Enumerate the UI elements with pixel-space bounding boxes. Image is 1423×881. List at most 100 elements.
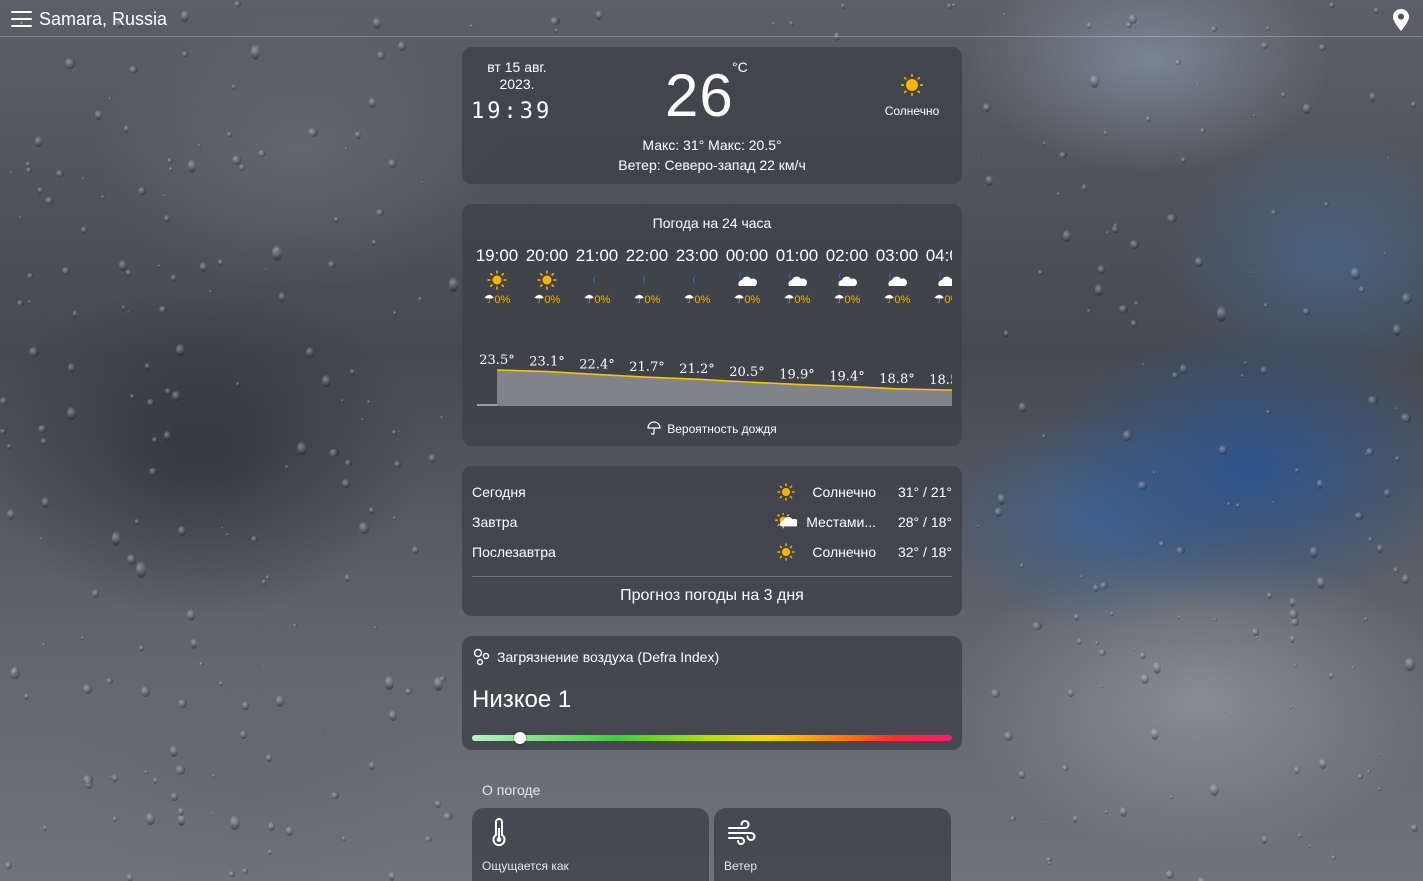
hour-rain-probability: ☂0%	[733, 292, 761, 306]
hour-item: 19:00 ☂0%	[472, 246, 522, 306]
sun-icon	[537, 270, 557, 290]
hour-time: 20:00	[525, 246, 569, 265]
air-quality-icon	[473, 648, 490, 666]
hour-item: 03:00 ☂0%	[872, 246, 922, 306]
hour-rain-probability: ☂0%	[583, 292, 611, 306]
temperature-label: 23.1°	[529, 355, 564, 370]
hour-rain-probability: ☂0%	[783, 292, 811, 306]
hour-item: 21:00 ☂0%	[572, 246, 622, 306]
rain-probability-legend: Вероятность дождя	[462, 421, 962, 436]
forecast-day-name: Завтра	[472, 514, 518, 530]
three-day-forecast-button[interactable]: Прогноз погоды на 3 дня	[462, 587, 962, 605]
temperature-label: 18.8°	[879, 372, 914, 387]
three-day-forecast-card: Прогноз погоды на 3 дня Сегодня Солнечно 3…	[462, 466, 962, 616]
umbrella-icon: ☂	[933, 292, 945, 306]
umbrella-icon: ☂	[633, 292, 645, 306]
moon-cloud-icon	[888, 272, 908, 286]
current-date: вт 15 авг. 2023.	[487, 59, 547, 92]
forecast-day-name: Сегодня	[472, 484, 526, 500]
moon-cloud-icon	[838, 272, 858, 286]
sun-icon	[777, 543, 795, 561]
forecast-day-range: 28° / 18°	[897, 514, 952, 530]
hour-rain-probability: ☂0%	[883, 292, 911, 306]
umbrella-icon: ☂	[833, 292, 845, 306]
umbrella-icon: ☂	[733, 292, 745, 306]
umbrella-icon: ☂	[533, 292, 545, 306]
hour-time: 04:00	[925, 246, 952, 265]
forecast-day-row[interactable]: Послезавтра Солнечно 32° / 18°	[472, 543, 952, 564]
temperature-label: 19.9°	[779, 367, 814, 382]
wind-icon	[728, 820, 756, 845]
forecast-day-range: 31° / 21°	[897, 484, 952, 500]
umbrella-icon: ☂	[883, 292, 895, 306]
current-temperature: 26	[665, 62, 734, 129]
current-weather-card: вт 15 авг. 2023. 19:39 26 °C Солнечно Ма…	[462, 47, 962, 184]
chart-baseline	[477, 404, 497, 406]
hamburger-menu-icon[interactable]	[11, 11, 32, 27]
air-quality-value: Низкое 1	[472, 686, 572, 713]
hour-rain-probability: ☂0%	[483, 292, 511, 306]
hour-item: 20:00 ☂0%	[522, 246, 572, 306]
hour-time: 21:00	[575, 246, 619, 265]
hour-item: 22:00 ☂0%	[622, 246, 672, 306]
sun-icon	[777, 483, 795, 501]
hour-time: 03:00	[875, 246, 919, 265]
air-quality-scale	[472, 735, 952, 741]
hour-item: 04:00 ☂0%	[922, 246, 952, 306]
thermometer-icon	[492, 818, 506, 847]
moon-cloud-icon	[938, 272, 952, 286]
temperature-label: 21.2°	[679, 362, 714, 377]
hour-item: 01:00 ☂0%	[772, 246, 822, 306]
current-wind: Ветер: Северо-запад 22 км/ч	[618, 157, 806, 173]
temperature-unit: °C	[732, 59, 748, 75]
temperature-label: 22.4°	[579, 357, 614, 372]
hour-rain-probability: ☂0%	[633, 292, 661, 306]
min-max-temperature: Макс: 31° Макс: 20.5°	[642, 137, 782, 153]
hourly-title: Погода на 24 часа	[652, 215, 772, 231]
umbrella-icon: ☂	[483, 292, 495, 306]
moon-icon	[643, 276, 647, 284]
forecast-day-condition: Солнечно	[812, 484, 876, 500]
forecast-day-range: 32° / 18°	[897, 544, 952, 560]
umbrella-icon	[647, 421, 661, 435]
hour-item: 00:00 ☂0%	[722, 246, 772, 306]
air-pollution-title: Загрязнение воздуха (Defra Index)	[497, 649, 720, 665]
umbrella-icon: ☂	[783, 292, 795, 306]
moon-cloud-icon	[738, 272, 758, 286]
wind-tile[interactable]: Ветер	[714, 808, 951, 881]
top-bar: Samara, Russia	[0, 0, 1423, 37]
hour-rain-probability: ☂0%	[833, 292, 861, 306]
moon-icon	[593, 276, 597, 284]
location-pin-icon[interactable]	[1393, 9, 1409, 31]
forecast-day-name: Послезавтра	[472, 544, 556, 560]
sun-icon	[487, 270, 507, 290]
temperature-label: 19.4°	[829, 369, 864, 384]
hourly-strip[interactable]: 19:00 ☂0% 20:00 ☂0% 21:00 ☂0% 22:00 ☂0% 23:00 ☂0%…	[472, 246, 952, 316]
temperature-label: 20.5°	[729, 365, 764, 380]
air-quality-indicator	[514, 732, 526, 744]
forecast-day-condition: Местами...	[806, 514, 876, 530]
about-weather-title: О погоде	[482, 782, 541, 798]
city-name[interactable]: Samara, Russia	[39, 9, 167, 30]
hour-time: 02:00	[825, 246, 869, 265]
moon-icon	[693, 276, 697, 284]
umbrella-icon: ☂	[683, 292, 695, 306]
hour-rain-probability: ☂0%	[533, 292, 561, 306]
temperature-label: 23.5°	[479, 353, 514, 368]
rain-legend-label: Вероятность дождя	[667, 422, 777, 436]
sun-cloud-icon	[775, 513, 797, 529]
hour-rain-probability: ☂0%	[933, 292, 952, 306]
hour-time: 23:00	[675, 246, 719, 265]
temperature-label: 18.5°	[929, 373, 952, 388]
current-time: 19:39	[471, 99, 553, 124]
forecast-day-row[interactable]: Завтра Местами... 28° / 18°	[472, 513, 952, 534]
air-pollution-card[interactable]: Загрязнение воздуха (Defra Index) Низкое…	[462, 636, 962, 750]
current-condition: Солнечно	[884, 104, 940, 118]
umbrella-icon: ☂	[583, 292, 595, 306]
forecast-day-row[interactable]: Сегодня Солнечно 31° / 21°	[472, 483, 952, 504]
wind-label: Ветер	[724, 859, 757, 873]
feels-like-tile[interactable]: Ощущается как	[472, 808, 709, 881]
temperature-label: 21.7°	[629, 360, 664, 375]
hourly-temperature-chart: 23.5° 23.1° 22.4° 21.7° 21.2° 20.5° 19.9° 19.4°…	[477, 353, 952, 406]
feels-like-label: Ощущается как	[482, 859, 569, 873]
